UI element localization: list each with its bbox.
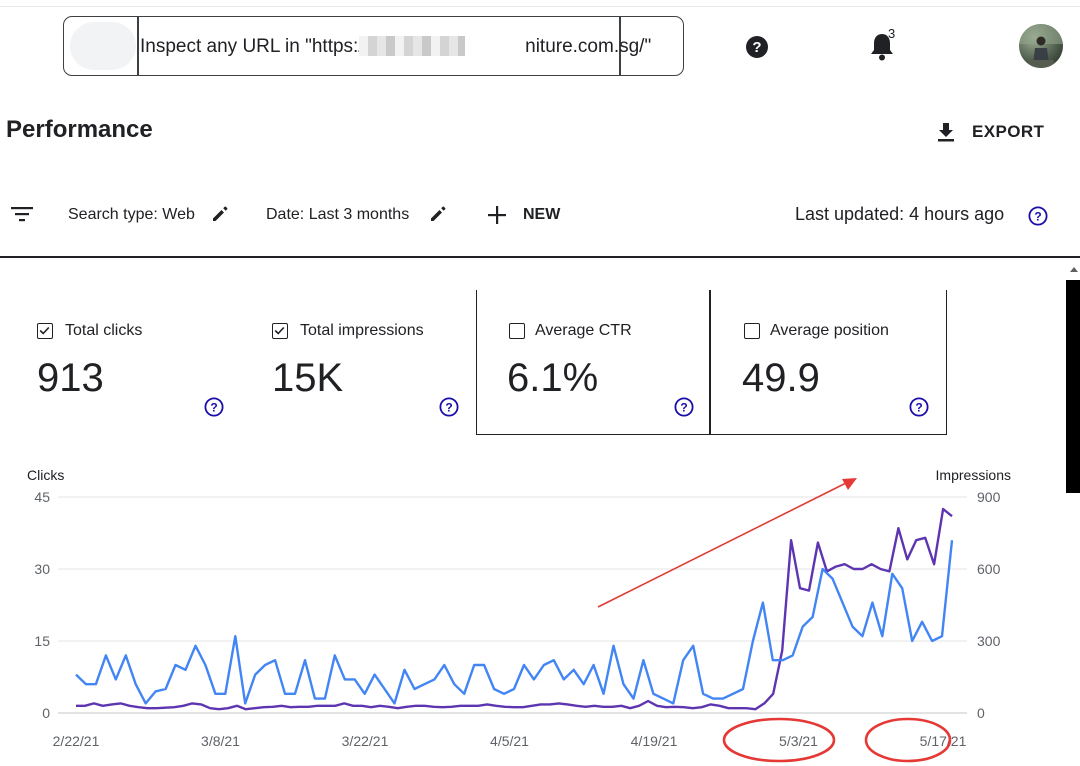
help-icon[interactable]: ? — [745, 35, 769, 59]
plus-icon[interactable] — [486, 204, 508, 226]
y-tick-label-right: 300 — [977, 633, 1001, 649]
average-position-help-icon[interactable]: ? — [909, 397, 929, 417]
average-ctr-help-icon[interactable]: ? — [674, 397, 694, 417]
last-updated-help-icon[interactable]: ? — [1028, 206, 1048, 226]
performance-chart: 45 900 30 600 15 300 0 0 Clicks Impressions 2/22/2… — [27, 467, 1011, 763]
edit-search-type-icon[interactable] — [211, 205, 229, 223]
average-position-checkbox[interactable] — [744, 323, 760, 339]
total-clicks-value: 913 — [37, 356, 104, 400]
svg-text:?: ? — [1034, 210, 1041, 224]
x-tick-label: 4/19/21 — [631, 733, 678, 749]
svg-text:?: ? — [680, 401, 687, 415]
notification-count-badge: 3 — [888, 26, 896, 41]
metric-card-divider — [709, 290, 711, 435]
last-updated-text: Last updated: 4 hours ago — [795, 204, 1005, 224]
y-tick-label-left: 0 — [42, 705, 50, 721]
total-impressions-value: 15K — [272, 356, 344, 400]
metric-card-total-clicks[interactable]: Total clicks 913 ? — [30, 310, 240, 420]
edit-date-icon[interactable] — [429, 205, 447, 223]
metric-card-total-impressions[interactable]: Total impressions 15K ? — [265, 310, 475, 420]
y-tick-label-left: 15 — [34, 633, 50, 649]
x-tick-label: 3/8/21 — [201, 733, 240, 749]
total-clicks-label: Total clicks — [65, 322, 143, 339]
y-tick-label-right: 900 — [977, 489, 1001, 505]
x-tick-label: 3/22/21 — [342, 733, 389, 749]
y-tick-label-left: 45 — [34, 489, 50, 505]
export-button[interactable]: EXPORT — [972, 122, 1044, 142]
filter-icon[interactable] — [11, 205, 33, 223]
average-position-label: Average position — [770, 322, 889, 339]
header-divider — [0, 256, 1080, 258]
metric-card-average-ctr[interactable]: Average CTR 6.1% ? — [500, 310, 705, 420]
download-icon[interactable] — [935, 121, 957, 143]
total-impressions-help-icon[interactable]: ? — [439, 397, 459, 417]
svg-text:?: ? — [445, 401, 452, 415]
metric-card-average-position[interactable]: Average position 49.9 ? — [735, 310, 940, 420]
checkmark-icon — [274, 326, 285, 335]
svg-text:?: ? — [915, 401, 922, 415]
page-title: Performance — [6, 116, 153, 143]
y-tick-label-right: 600 — [977, 561, 1001, 577]
x-tick-label: 5/17/21 — [920, 733, 967, 749]
y-tick-label-right: 0 — [977, 705, 985, 721]
checkmark-icon — [39, 326, 50, 335]
clicks-series-line — [76, 507, 953, 711]
avatar[interactable] — [1019, 24, 1063, 68]
y-axis-label-left: Clicks — [27, 467, 64, 483]
svg-text:?: ? — [752, 39, 761, 56]
search-divider-left — [137, 17, 139, 75]
x-tick-label: 4/5/21 — [490, 733, 529, 749]
top-divider — [0, 6, 1080, 7]
x-tick-label: 2/22/21 — [53, 733, 100, 749]
total-clicks-help-icon[interactable]: ? — [204, 397, 224, 417]
total-clicks-checkbox[interactable] — [37, 323, 53, 339]
search-icon[interactable] — [70, 22, 136, 70]
average-ctr-value: 6.1% — [507, 356, 599, 400]
total-impressions-label: Total impressions — [300, 322, 424, 339]
redacted-url-segment — [359, 36, 465, 56]
impressions-series-line — [75, 540, 954, 705]
new-filter-button[interactable]: NEW — [523, 206, 560, 224]
y-tick-label-left: 30 — [34, 561, 50, 577]
average-ctr-label: Average CTR — [535, 322, 632, 339]
scroll-up-arrow-icon[interactable] — [1068, 264, 1080, 274]
x-tick-label: 5/3/21 — [779, 733, 818, 749]
search-type-filter[interactable]: Search type: Web — [68, 206, 195, 224]
average-ctr-checkbox[interactable] — [509, 323, 525, 339]
average-position-value: 49.9 — [742, 356, 820, 400]
svg-text:?: ? — [210, 401, 217, 415]
y-axis-label-right: Impressions — [936, 467, 1011, 483]
date-range-filter[interactable]: Date: Last 3 months — [266, 206, 409, 224]
total-impressions-checkbox[interactable] — [272, 323, 288, 339]
